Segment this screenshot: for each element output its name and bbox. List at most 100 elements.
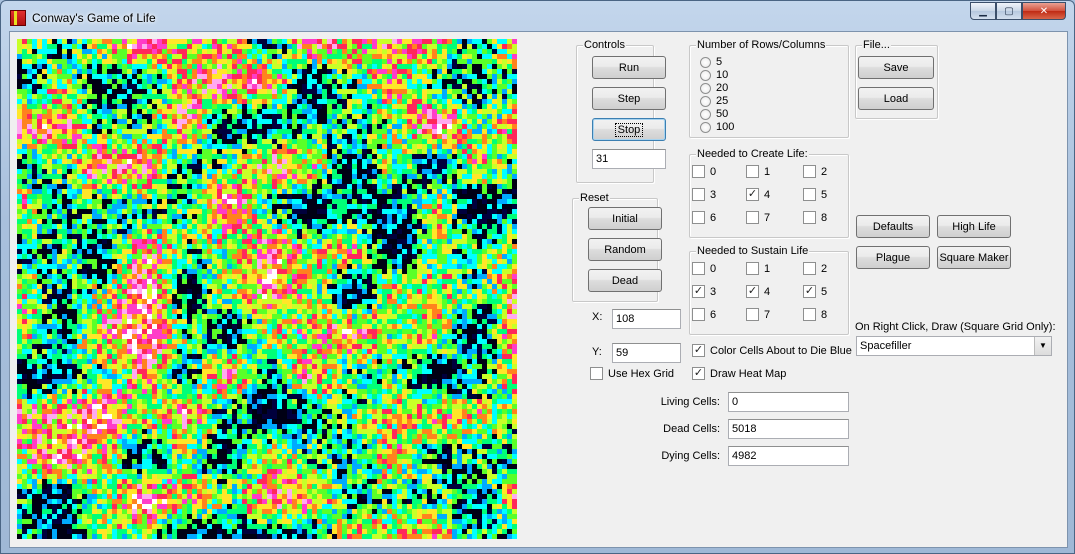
radio-button[interactable] bbox=[700, 108, 711, 120]
sustain-life-option[interactable]: ✓ 4 bbox=[746, 285, 770, 298]
checkbox[interactable] bbox=[692, 308, 705, 321]
sustain-life-option[interactable]: 1 bbox=[746, 262, 770, 275]
checkbox[interactable] bbox=[803, 165, 816, 178]
checkbox[interactable]: ✓ bbox=[692, 285, 705, 298]
chevron-down-icon[interactable]: ▼ bbox=[1034, 337, 1051, 355]
color-dying-option[interactable]: ✓ Color Cells About to Die Blue bbox=[692, 344, 852, 357]
checkbox[interactable] bbox=[803, 188, 816, 201]
radio-button[interactable] bbox=[700, 56, 711, 68]
color-dying-label: Color Cells About to Die Blue bbox=[710, 344, 852, 357]
radio-button[interactable] bbox=[700, 82, 711, 94]
sustain-life-option[interactable]: 2 bbox=[803, 262, 827, 275]
checkbox[interactable] bbox=[803, 308, 816, 321]
plague-button[interactable]: Plague bbox=[856, 246, 930, 269]
hex-grid-option[interactable]: Use Hex Grid bbox=[590, 367, 674, 380]
generation-field[interactable]: 31 bbox=[592, 149, 666, 169]
run-button[interactable]: Run bbox=[592, 56, 666, 79]
color-dying-checkbox[interactable]: ✓ bbox=[692, 344, 705, 357]
dead-cells-field[interactable]: 5018 bbox=[728, 419, 849, 439]
load-button[interactable]: Load bbox=[858, 87, 934, 110]
dead-button[interactable]: Dead bbox=[588, 269, 662, 292]
minimize-button[interactable]: ▁ bbox=[970, 2, 996, 20]
step-button[interactable]: Step bbox=[592, 87, 666, 110]
hex-grid-checkbox[interactable] bbox=[590, 367, 603, 380]
stop-button[interactable]: Stop bbox=[592, 118, 666, 141]
sustain-life-option[interactable]: ✓ 3 bbox=[692, 285, 716, 298]
controls-group-label: Controls bbox=[583, 39, 626, 52]
checkbox[interactable] bbox=[746, 262, 759, 275]
load-label: Load bbox=[883, 92, 909, 105]
defaults-button[interactable]: Defaults bbox=[856, 215, 930, 238]
create-life-option[interactable]: 7 bbox=[746, 211, 770, 224]
rows-columns-option-label: 100 bbox=[716, 121, 735, 133]
checkbox[interactable]: ✓ bbox=[746, 188, 759, 201]
sustain-life-option[interactable]: 8 bbox=[803, 308, 827, 321]
create-life-option-label: 0 bbox=[710, 165, 717, 178]
rows-columns-option[interactable]: 50 bbox=[700, 108, 728, 120]
sustain-life-option-label: 6 bbox=[710, 308, 717, 321]
create-life-option-label: 3 bbox=[710, 188, 717, 201]
create-life-option[interactable]: 6 bbox=[692, 211, 716, 224]
random-button[interactable]: Random bbox=[588, 238, 662, 261]
heat-map-option[interactable]: ✓ Draw Heat Map bbox=[692, 367, 786, 380]
app-window: Conway's Game of Life ▁ ▢ ✕ Controls Run… bbox=[0, 0, 1075, 554]
create-life-option[interactable]: 2 bbox=[803, 165, 827, 178]
maximize-button[interactable]: ▢ bbox=[996, 2, 1022, 20]
dead-label: Dead bbox=[611, 274, 639, 287]
square-maker-label: Square Maker bbox=[939, 251, 1009, 264]
random-label: Random bbox=[604, 243, 646, 256]
square-maker-button[interactable]: Square Maker bbox=[937, 246, 1011, 269]
sustain-life-option[interactable]: 7 bbox=[746, 308, 770, 321]
sustain-life-option[interactable]: 0 bbox=[692, 262, 716, 275]
save-button[interactable]: Save bbox=[858, 56, 934, 79]
sustain-life-option[interactable]: 6 bbox=[692, 308, 716, 321]
maximize-icon: ▢ bbox=[1004, 5, 1014, 17]
rows-columns-option-label: 10 bbox=[716, 69, 729, 81]
right-click-pattern-select[interactable]: Spacefiller ▼ bbox=[856, 336, 1052, 356]
create-life-option[interactable]: ✓ 4 bbox=[746, 188, 770, 201]
sustain-life-option-label: 1 bbox=[764, 262, 771, 275]
rows-columns-option[interactable]: 25 bbox=[700, 95, 728, 107]
checkbox[interactable]: ✓ bbox=[803, 285, 816, 298]
checkbox[interactable] bbox=[746, 165, 759, 178]
checkbox[interactable] bbox=[692, 165, 705, 178]
client-area: Controls Run Step Stop 31 Number of Rows… bbox=[9, 31, 1068, 548]
create-life-option[interactable]: 0 bbox=[692, 165, 716, 178]
checkbox[interactable] bbox=[692, 262, 705, 275]
radio-button[interactable] bbox=[700, 95, 711, 107]
checkbox[interactable]: ✓ bbox=[746, 285, 759, 298]
checkbox[interactable] bbox=[746, 308, 759, 321]
close-button[interactable]: ✕ bbox=[1022, 2, 1066, 20]
rows-columns-option[interactable]: 20 bbox=[700, 82, 728, 94]
rows-columns-option-label: 25 bbox=[716, 95, 729, 107]
high-life-button[interactable]: High Life bbox=[937, 215, 1011, 238]
rows-columns-option[interactable]: 5 bbox=[700, 56, 722, 68]
rows-columns-option-label: 20 bbox=[716, 82, 729, 94]
app-icon[interactable] bbox=[10, 10, 26, 26]
create-life-option[interactable]: 8 bbox=[803, 211, 827, 224]
radio-button[interactable] bbox=[700, 69, 711, 81]
rows-columns-option[interactable]: 10 bbox=[700, 69, 728, 81]
sustain-life-option[interactable]: ✓ 5 bbox=[803, 285, 827, 298]
y-field[interactable]: 59 bbox=[612, 343, 681, 363]
run-label: Run bbox=[618, 61, 640, 74]
create-life-option[interactable]: 5 bbox=[803, 188, 827, 201]
radio-button[interactable] bbox=[700, 121, 711, 133]
create-life-option[interactable]: 3 bbox=[692, 188, 716, 201]
create-life-option[interactable]: 1 bbox=[746, 165, 770, 178]
heat-map-checkbox[interactable]: ✓ bbox=[692, 367, 705, 380]
life-grid[interactable] bbox=[17, 39, 517, 539]
living-cells-field[interactable]: 0 bbox=[728, 392, 849, 412]
checkbox[interactable] bbox=[692, 188, 705, 201]
x-label: X: bbox=[592, 311, 603, 323]
minimize-icon: ▁ bbox=[979, 5, 987, 17]
initial-button[interactable]: Initial bbox=[588, 207, 662, 230]
x-field[interactable]: 108 bbox=[612, 309, 681, 329]
rows-columns-option[interactable]: 100 bbox=[700, 121, 734, 133]
title-bar[interactable]: Conway's Game of Life ▁ ▢ ✕ bbox=[1, 1, 1074, 31]
dying-cells-field[interactable]: 4982 bbox=[728, 446, 849, 466]
checkbox[interactable] bbox=[803, 211, 816, 224]
checkbox[interactable] bbox=[692, 211, 705, 224]
checkbox[interactable] bbox=[803, 262, 816, 275]
checkbox[interactable] bbox=[746, 211, 759, 224]
